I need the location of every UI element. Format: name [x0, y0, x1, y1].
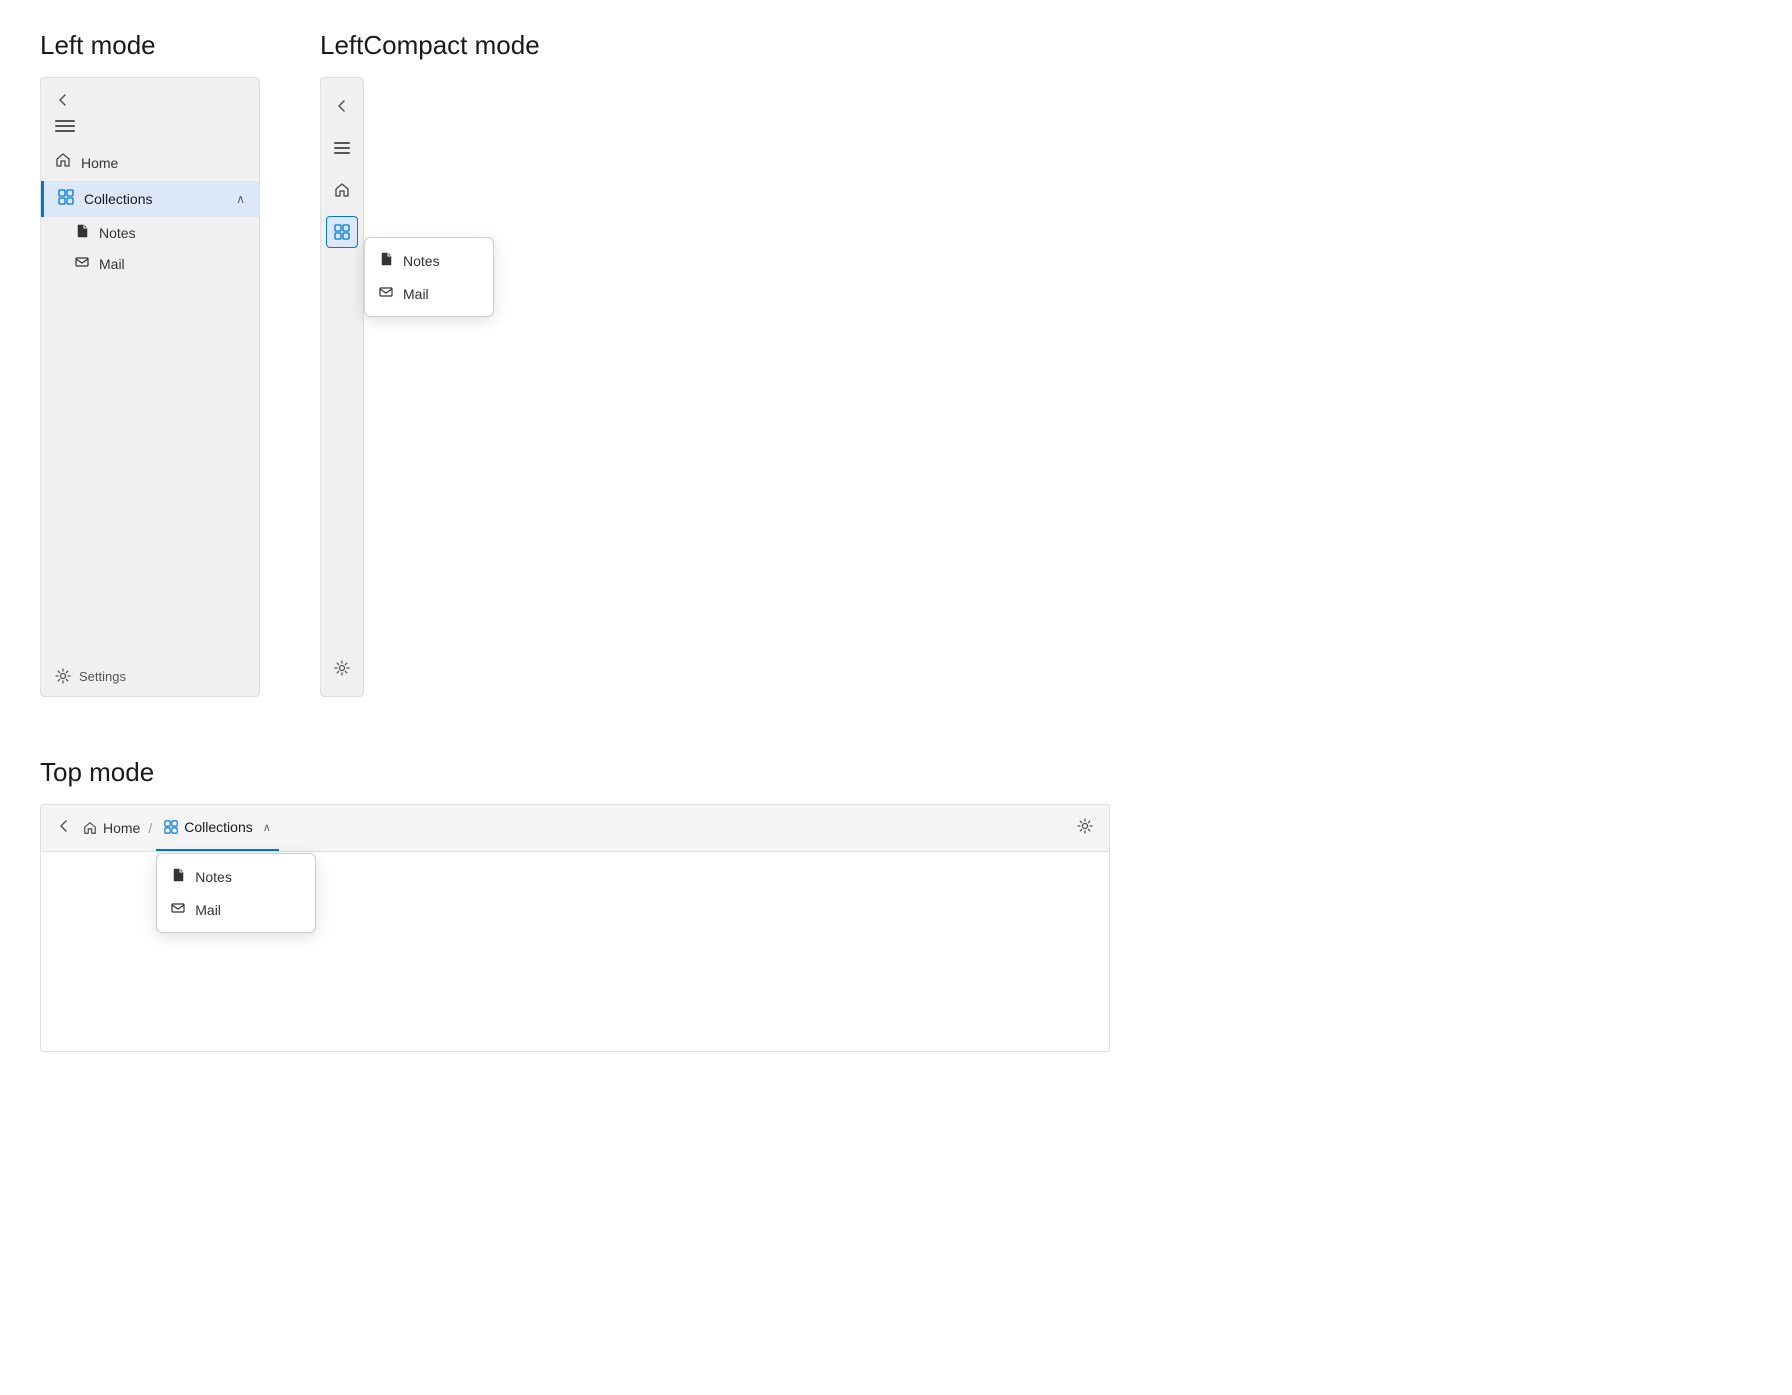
- flyout-mail-icon: [379, 285, 393, 302]
- left-sidebar: Home Collections ∧: [40, 77, 260, 697]
- compact-home-button[interactable]: [326, 174, 358, 206]
- flyout-notes-item[interactable]: Notes: [365, 244, 493, 277]
- top-mode-section: Top mode Home /: [40, 757, 1752, 1052]
- left-compact-mode-title: LeftCompact mode: [320, 30, 540, 61]
- top-mode-home-label: Home: [103, 820, 140, 836]
- compact-hamburger-button[interactable]: [326, 132, 358, 164]
- top-mode-settings-button[interactable]: [1077, 818, 1093, 839]
- top-mode-title: Top mode: [40, 757, 1752, 788]
- compact-back-button[interactable]: [326, 90, 358, 122]
- sidebar-item-home[interactable]: Home: [41, 144, 259, 181]
- notes-label: Notes: [99, 225, 136, 241]
- top-dropdown-notes-label: Notes: [195, 869, 232, 885]
- breadcrumb-separator: /: [148, 820, 152, 836]
- top-mode-dropdown: Notes Mail: [156, 853, 316, 933]
- chevron-up-icon: ∧: [263, 821, 271, 834]
- sidebar-item-collections[interactable]: Collections ∧: [41, 181, 259, 217]
- compact-settings-button[interactable]: [326, 652, 358, 684]
- home-label: Home: [81, 155, 118, 171]
- top-mode-back-button[interactable]: [57, 819, 71, 838]
- top-dropdown-mail-item[interactable]: Mail: [157, 893, 315, 926]
- top-dropdown-mail-label: Mail: [195, 902, 221, 918]
- note-icon: [75, 224, 89, 241]
- flyout-mail-label: Mail: [403, 286, 429, 302]
- hamburger-button[interactable]: [55, 120, 75, 136]
- top-mode-collections-tab[interactable]: Collections ∧ Notes: [156, 805, 279, 851]
- compact-sidebar: [320, 77, 364, 697]
- top-dropdown-mail-icon: [171, 901, 185, 918]
- flyout-mail-item[interactable]: Mail: [365, 277, 493, 310]
- settings-button[interactable]: Settings: [41, 656, 259, 696]
- top-mode-home-item[interactable]: Home: [83, 820, 140, 836]
- compact-flyout-popup: Notes Mail: [364, 237, 494, 317]
- home-icon: [55, 152, 71, 173]
- sidebar-subitem-mail[interactable]: Mail: [41, 248, 259, 279]
- flyout-notes-label: Notes: [403, 253, 440, 269]
- compact-collections-button[interactable]: [326, 216, 358, 248]
- top-dropdown-notes-item[interactable]: Notes: [157, 860, 315, 893]
- left-mode-title: Left mode: [40, 30, 260, 61]
- mail-label: Mail: [99, 256, 125, 272]
- sidebar-subitem-notes[interactable]: Notes: [41, 217, 259, 248]
- back-button[interactable]: [55, 90, 75, 110]
- top-mode-bar: Home / Collections ∧: [40, 804, 1110, 852]
- settings-label: Settings: [79, 669, 126, 684]
- flyout-note-icon: [379, 252, 393, 269]
- left-compact-container: Notes Mail: [320, 77, 540, 697]
- chevron-up-icon: ∧: [236, 192, 245, 206]
- collections-icon: [58, 189, 74, 209]
- top-dropdown-note-icon: [171, 868, 185, 885]
- collections-label: Collections: [84, 191, 236, 207]
- mail-icon: [75, 255, 89, 272]
- top-mode-collections-label: Collections: [184, 819, 252, 835]
